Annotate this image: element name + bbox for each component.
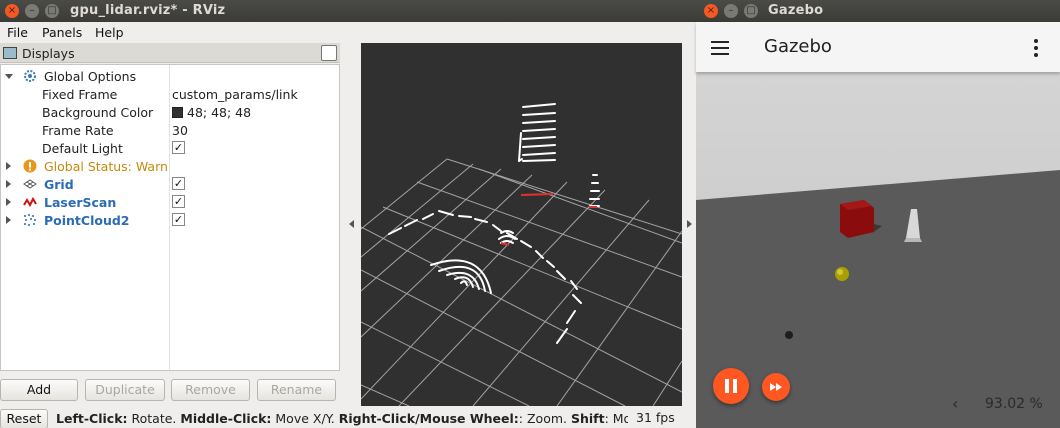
rviz-titlebar: × – □ gpu_lidar.rviz* - RViz [0,0,696,22]
laserscan-checkbox[interactable]: ✓ [172,195,185,208]
row-label: Global Options [44,69,137,84]
color-swatch [172,107,183,118]
add-button[interactable]: Add [0,379,78,401]
expanded-arrow-icon[interactable] [5,74,13,79]
gazebo-scene[interactable] [696,72,1060,428]
step-button[interactable] [762,373,790,401]
grid-lines [360,158,683,407]
pointcloud2-checkbox[interactable]: ✓ [172,213,185,226]
collapsed-arrow-icon[interactable] [6,198,11,206]
menu-help[interactable]: Help [95,25,124,40]
tree-row-pointcloud2[interactable]: PointCloud2 ✓ [1,211,339,229]
tree-row-grid[interactable]: Grid ✓ [1,175,339,193]
grid-checkbox[interactable]: ✓ [172,177,185,190]
scene-3d [696,72,1060,428]
row-label: LaserScan [44,195,117,210]
window-title: gpu_lidar.rviz* - RViz [70,3,226,18]
real-time-factor: 93.02 % [985,396,1043,412]
pointcloud-points [388,103,600,344]
chevron-left-icon[interactable]: ‹ [952,394,958,413]
warning-icon [23,159,37,173]
minimize-button[interactable]: – [724,4,738,18]
default-light-checkbox[interactable]: ✓ [172,141,185,154]
status-help-text: Left-Click: Rotate. Middle-Click: Move X… [56,411,628,426]
collapse-right-arrow-icon[interactable] [687,220,692,228]
lidar-sensor-model[interactable] [785,331,793,339]
grid-icon [23,179,37,189]
reset-button[interactable]: Reset [0,409,48,428]
rviz-window: × – □ gpu_lidar.rviz* - RViz File Panels… [0,0,696,428]
minimize-button[interactable]: – [25,4,39,18]
tree-row-laserscan[interactable]: LaserScan ✓ [1,193,339,211]
displays-tree[interactable]: Global Options Fixed Frame custom_params… [0,64,340,371]
scene-3d [360,103,683,407]
gazebo-window: × – □ Gazebo Gazebo ‹ 93.02 % [696,0,1060,428]
menu-file[interactable]: File [7,25,28,40]
displays-panel: Displays Global Options Fixed Frame cust… [0,43,340,371]
rename-button[interactable]: Rename [257,379,336,401]
row-label: Background Color [42,105,154,120]
collapsed-arrow-icon[interactable] [6,162,11,170]
row-label: Global Status: Warn [44,159,168,174]
row-label: PointCloud2 [44,213,130,228]
close-button[interactable]: × [704,4,718,18]
duplicate-button[interactable]: Duplicate [85,379,165,401]
tree-row-fixed-frame[interactable]: Fixed Frame custom_params/link [1,85,339,103]
collapse-left-arrow-icon[interactable] [349,220,354,228]
render-viewport[interactable] [360,43,683,407]
fixed-frame-value[interactable]: custom_params/link [172,87,298,102]
fps-counter: 31 fps [636,410,675,425]
row-label: Default Light [42,141,123,156]
displays-title: Displays [22,46,75,61]
remove-button[interactable]: Remove [171,379,250,401]
window-title: Gazebo [768,3,824,18]
menu-icon[interactable] [711,41,729,55]
ground-plane [696,170,1060,428]
tree-row-global-status[interactable]: Global Status: Warn [1,157,339,175]
menubar: File Panels Help [0,22,696,43]
monitor-icon [3,47,17,59]
app-title: Gazebo [764,36,832,57]
gazebo-appbar: Gazebo [696,22,1060,72]
tree-row-frame-rate[interactable]: Frame Rate 30 [1,121,339,139]
collapsed-arrow-icon[interactable] [6,216,11,224]
frame-rate-value[interactable]: 30 [172,123,188,138]
pointcloud-icon [24,214,36,226]
laserscan-icon [23,196,37,208]
pause-icon [725,379,737,393]
tree-row-global-options[interactable]: Global Options [1,67,339,85]
sphere-model[interactable] [835,267,849,281]
pause-button[interactable] [713,368,749,404]
row-label: Grid [44,177,74,192]
close-button[interactable]: × [5,4,19,18]
background-color-value[interactable]: 48; 48; 48 [172,105,251,120]
tree-row-default-light[interactable]: Default Light ✓ [1,139,339,157]
tree-row-background-color[interactable]: Background Color 48; 48; 48 [1,103,339,121]
more-options-icon[interactable] [1034,39,1038,57]
menu-panels[interactable]: Panels [42,25,82,40]
row-label: Frame Rate [42,123,114,138]
row-label: Fixed Frame [42,87,118,102]
undock-button[interactable] [321,45,337,61]
collapsed-arrow-icon[interactable] [6,180,11,188]
fast-forward-icon [770,383,782,391]
status-bar: Reset Left-Click: Rotate. Middle-Click: … [0,408,696,428]
maximize-button[interactable]: □ [744,4,758,18]
gear-icon [24,70,36,82]
maximize-button[interactable]: □ [45,4,59,18]
displays-header: Displays [0,43,340,63]
gazebo-titlebar: × – □ Gazebo [696,0,1060,22]
